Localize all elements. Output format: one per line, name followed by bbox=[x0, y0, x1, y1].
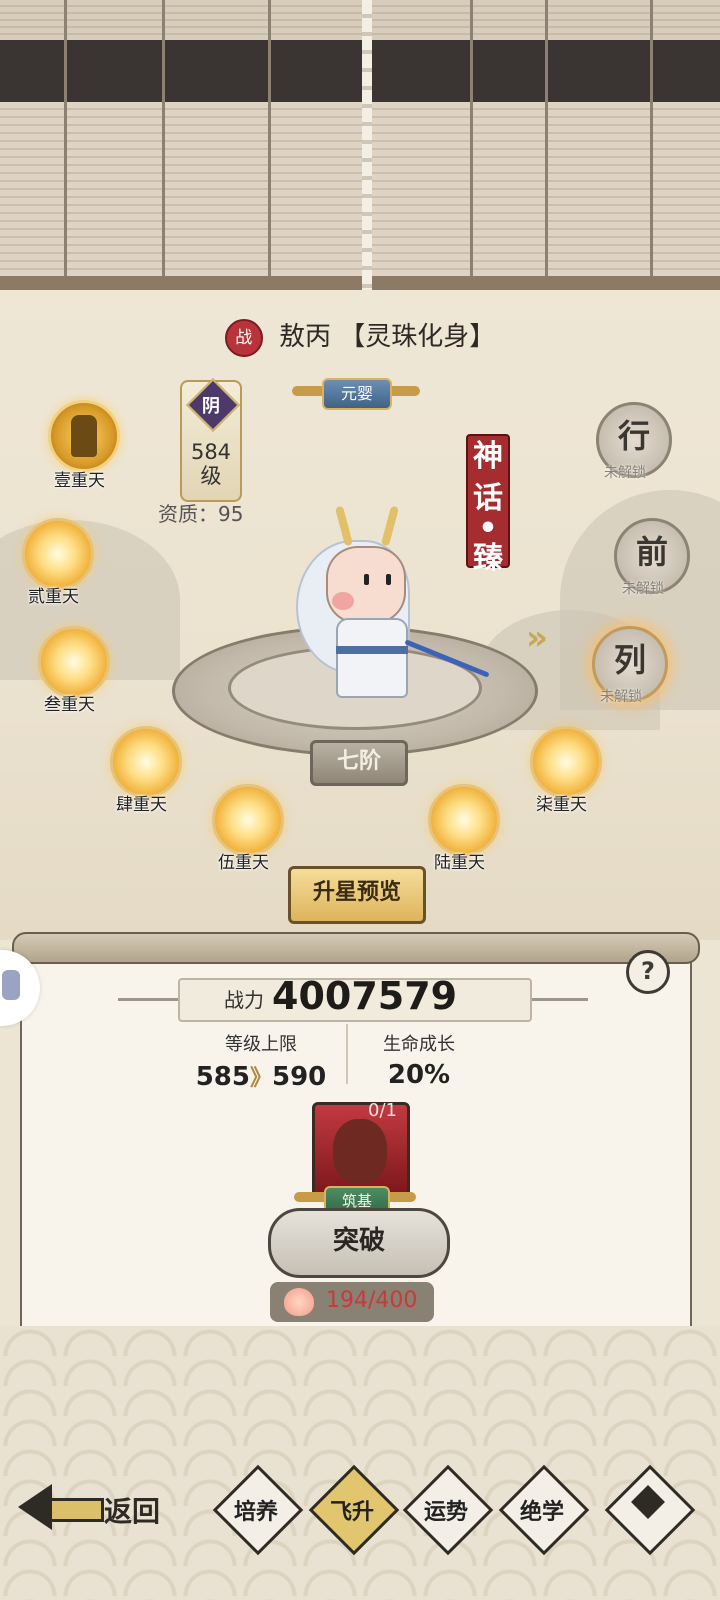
locked-status: 未解锁 bbox=[604, 465, 646, 481]
level-badge: 阴 584 级 bbox=[180, 378, 242, 502]
portrait-icon bbox=[333, 1119, 387, 1183]
power-label: 战力 bbox=[224, 988, 264, 1012]
hero-form: 【灵珠化身】 bbox=[339, 322, 496, 352]
faction-badge: 战 bbox=[224, 318, 263, 357]
level-cap-stat: 等级上限 585》590 bbox=[186, 1030, 336, 1092]
tab-ascend[interactable]: 飞升 bbox=[308, 1464, 400, 1556]
wave-pattern-background bbox=[0, 1326, 720, 1600]
back-arrow-icon[interactable] bbox=[18, 1484, 104, 1530]
top-wall-backdrop bbox=[0, 0, 720, 290]
hero-name: 敖丙 bbox=[278, 322, 331, 352]
rarity-banner: 神 话 • 臻 bbox=[466, 434, 510, 576]
rarity-char: 臻 bbox=[473, 541, 503, 576]
star-node-label: 叁重天 bbox=[44, 695, 95, 715]
token-count: 0/1 bbox=[368, 1100, 397, 1121]
hero-silhouette-icon bbox=[71, 415, 97, 457]
star-node-label: 贰重天 bbox=[28, 587, 79, 607]
level-cap-to: 590 bbox=[272, 1062, 327, 1092]
level-unit: 级 bbox=[200, 464, 222, 488]
realm-plaque: 元婴 bbox=[292, 378, 420, 410]
arrow-right-icon: 》 bbox=[249, 1066, 272, 1091]
star-node-3[interactable] bbox=[38, 626, 110, 698]
hp-growth-stat: 生命成长 20% bbox=[344, 1030, 494, 1090]
aptitude-text: 资质：95 bbox=[158, 502, 244, 526]
element-icon: 阴 bbox=[186, 378, 240, 432]
stat-title: 等级上限 bbox=[225, 1034, 297, 1055]
level-number: 584 bbox=[190, 440, 232, 464]
help-icon[interactable]: ? bbox=[626, 950, 670, 994]
hero-title: 战 敖丙 【灵珠化身】 bbox=[0, 316, 720, 357]
star-node-6[interactable] bbox=[428, 784, 500, 856]
star-node-label: 肆重天 bbox=[116, 795, 167, 815]
stat-title: 生命成长 bbox=[383, 1034, 455, 1055]
star-node-2[interactable] bbox=[22, 518, 94, 590]
locked-status: 未解锁 bbox=[622, 581, 664, 597]
tab-fortune[interactable]: 运势 bbox=[402, 1464, 494, 1556]
combat-power-bar: 战力 4007579 bbox=[118, 974, 588, 1022]
chevron-right-icon: » bbox=[526, 618, 548, 658]
tab-skills[interactable]: 绝学 bbox=[498, 1464, 590, 1556]
rarity-char: • bbox=[478, 511, 498, 546]
back-button-label[interactable]: 返回 bbox=[104, 1490, 160, 1530]
hanging-rope bbox=[362, 0, 372, 290]
star-node-7[interactable] bbox=[530, 726, 602, 798]
star-node-label: 陆重天 bbox=[434, 853, 485, 873]
star-node-4[interactable] bbox=[110, 726, 182, 798]
upgrade-preview-button[interactable]: 升星预览 bbox=[288, 866, 426, 924]
peach-progress: 194/400 bbox=[326, 1288, 418, 1313]
realm-label: 元婴 bbox=[322, 378, 392, 410]
star-node-5[interactable] bbox=[212, 784, 284, 856]
scroll-rod bbox=[12, 932, 700, 964]
tab-more[interactable] bbox=[604, 1464, 696, 1556]
stage-tag: 七阶 bbox=[310, 740, 408, 786]
star-node-label: 柒重天 bbox=[536, 795, 587, 815]
tab-cultivate[interactable]: 培养 bbox=[212, 1464, 304, 1556]
star-node-label: 伍重天 bbox=[218, 853, 269, 873]
hero-character-sprite[interactable] bbox=[282, 505, 490, 698]
rarity-char: 神 bbox=[473, 439, 503, 474]
breakthrough-button[interactable]: 突破 bbox=[268, 1208, 450, 1278]
star-node-label: 壹重天 bbox=[54, 471, 105, 491]
hp-growth-value: 20% bbox=[387, 1060, 451, 1090]
locked-status: 未解锁 bbox=[600, 689, 642, 705]
peach-icon bbox=[284, 1288, 314, 1316]
star-node-1[interactable] bbox=[48, 400, 120, 472]
power-value: 4007579 bbox=[272, 974, 458, 1018]
level-cap-from: 585 bbox=[195, 1062, 250, 1092]
